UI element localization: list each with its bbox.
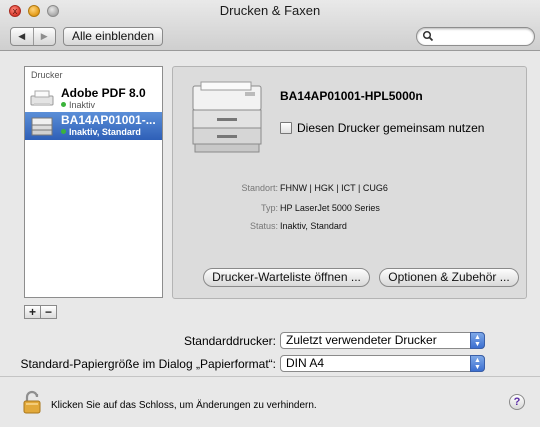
lock-icon[interactable]	[23, 390, 41, 414]
remove-printer-button[interactable]: −	[40, 305, 57, 319]
printer-name: Adobe PDF 8.0	[61, 86, 146, 100]
printer-status: Inaktiv	[61, 100, 95, 110]
location-label: Standort:	[241, 183, 278, 193]
printer-detail-panel: BA14AP01001-HPL5000n Diesen Drucker geme…	[172, 66, 527, 299]
printer-name: BA14AP01001-...	[61, 113, 156, 127]
back-arrow-icon: ◀	[18, 31, 26, 41]
printer-item-adobe-pdf[interactable]: Adobe PDF 8.0 Inaktiv	[25, 85, 162, 113]
status-value: Inaktiv, Standard	[280, 221, 347, 231]
search-icon	[422, 30, 434, 42]
search-input[interactable]	[437, 29, 531, 44]
status-dot-icon	[61, 102, 66, 107]
status-dot-icon	[61, 129, 66, 134]
window-title: Drucken & Faxen	[219, 3, 321, 18]
options-supplies-button[interactable]: Optionen & Zubehör ...	[379, 268, 519, 287]
laser-printer-icon	[192, 81, 262, 153]
updown-arrows-icon: ▲ ▼	[470, 332, 485, 349]
printer-title: BA14AP01001-HPL5000n	[280, 89, 423, 103]
default-printer-label: Standarddrucker:	[183, 334, 276, 348]
forward-arrow-icon: ▶	[40, 31, 48, 41]
help-button[interactable]: ?	[509, 394, 525, 410]
default-printer-value: Zuletzt verwendeter Drucker	[286, 333, 437, 347]
title-bar: x Drucken & Faxen ◀ ▶ Alle einblenden	[0, 0, 540, 51]
divider	[0, 376, 540, 377]
printer-status-text: Inaktiv	[69, 100, 96, 110]
printer-item-hp[interactable]: BA14AP01001-... Inaktiv, Standard	[25, 112, 162, 140]
paper-size-value: DIN A4	[286, 356, 325, 370]
status-label: Status:	[249, 221, 278, 231]
open-print-queue-button[interactable]: Drucker-Warteliste öffnen ...	[203, 268, 370, 287]
forward-button[interactable]: ▶	[32, 28, 56, 45]
show-all-button[interactable]: Alle einblenden	[63, 27, 163, 46]
printer-status-text: Inaktiv, Standard	[69, 127, 141, 137]
lock-message: Klicken Sie auf das Schloss, um Änderung…	[51, 400, 317, 411]
printer-icon	[30, 90, 54, 106]
updown-arrows-icon: ▲ ▼	[470, 355, 485, 372]
share-printer-label: Diesen Drucker gemeinsam nutzen	[297, 121, 485, 135]
paper-size-label: Standard-Papiergröße im Dialog „Papierfo…	[20, 357, 276, 371]
type-label: Typ:	[260, 203, 278, 213]
location-value: FHNW | HGK | ICT | CUG6	[280, 183, 388, 193]
printer-icon	[31, 117, 53, 136]
printer-status: Inaktiv, Standard	[61, 127, 141, 137]
add-printer-button[interactable]: +	[24, 305, 41, 319]
search-field[interactable]	[416, 27, 535, 46]
printer-list-header: Drucker	[31, 70, 63, 80]
back-forward-control: ◀ ▶	[10, 27, 56, 46]
printer-list[interactable]: Drucker Adobe PDF 8.0 Inaktiv BA14AP0100…	[24, 66, 163, 298]
default-printer-select[interactable]: Zuletzt verwendeter Drucker ▲ ▼	[280, 332, 485, 349]
print-fax-window: x Drucken & Faxen ◀ ▶ Alle einblenden Dr…	[0, 0, 540, 427]
back-button[interactable]: ◀	[11, 28, 33, 45]
paper-size-select[interactable]: DIN A4 ▲ ▼	[280, 355, 485, 372]
type-value: HP LaserJet 5000 Series	[280, 203, 380, 213]
share-printer-checkbox[interactable]	[280, 122, 292, 134]
share-printer-row: Diesen Drucker gemeinsam nutzen	[280, 121, 484, 135]
